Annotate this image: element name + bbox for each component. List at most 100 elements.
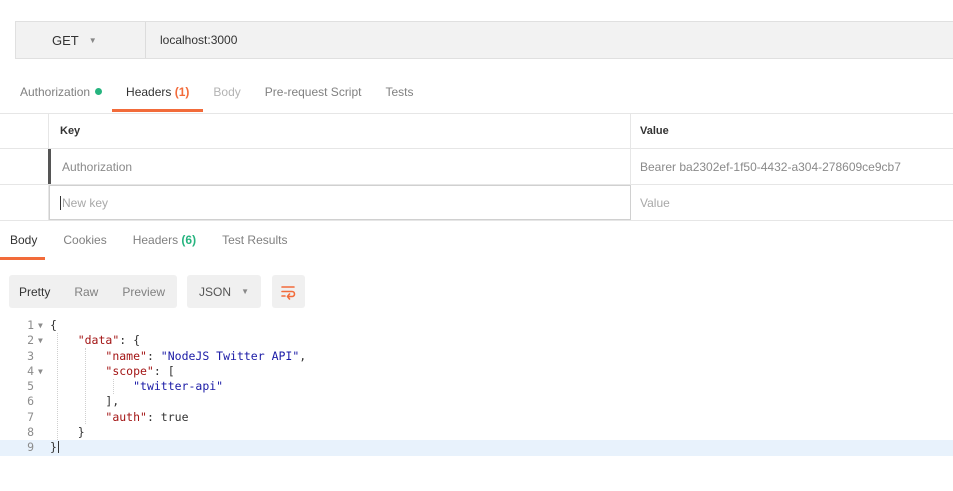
format-preview-button[interactable]: Preview — [122, 285, 165, 299]
code-text: "name": "NodeJS Twitter API", — [105, 348, 307, 363]
response-body-editor[interactable]: 1 ▼{ 2 ▼ "data": { 3 "name": "NodeJS Twitt… — [0, 318, 953, 456]
table-header-row: Key Value — [0, 113, 953, 149]
headers-count: (1) — [174, 85, 190, 99]
language-label: JSON — [199, 284, 232, 299]
tab-label: Authorization — [20, 85, 91, 99]
response-tabs: Body Cookies Headers (6) Test Results — [0, 228, 313, 260]
line-number: 5 — [27, 379, 34, 394]
tab-label: Tests — [385, 85, 414, 99]
brace-open: { — [50, 318, 57, 332]
row-gutter — [0, 149, 48, 184]
code-line-current: 9} — [0, 440, 953, 456]
value-header-label: Value — [640, 125, 669, 137]
json-key: "data" — [77, 333, 120, 348]
new-value-input[interactable]: Value — [631, 185, 953, 220]
format-toggle-group: Pretty Raw Preview — [9, 275, 178, 308]
tab-label: Headers — [126, 85, 172, 99]
url-input[interactable]: localhost:3000 — [146, 22, 953, 58]
code-line: 4 ▼ "scope": [ — [0, 364, 953, 379]
tab-cookies[interactable]: Cookies — [63, 228, 106, 260]
tab-authorization[interactable]: Authorization — [20, 80, 103, 112]
caret-down-icon: ▼ — [88, 35, 97, 45]
row-gutter — [0, 185, 48, 220]
method-label: GET — [52, 32, 79, 48]
code-line: 6 ], — [0, 394, 953, 409]
line-number: 4 — [27, 363, 34, 378]
request-tabs: Authorization Headers (1) Body Pre-reque… — [20, 80, 438, 112]
code-text: "twitter-api" — [50, 379, 223, 394]
text-cursor — [57, 441, 59, 454]
key-column-header: Key — [48, 114, 631, 148]
brace-close: } — [50, 440, 57, 455]
response-toolbar: Pretty Raw Preview JSON ▼ — [9, 275, 305, 308]
format-pretty-button[interactable]: Pretty — [19, 285, 50, 299]
code-line: 7 "auth": true — [0, 410, 953, 425]
header-value-cell[interactable]: Bearer ba2302ef-1f50-4432-a304-278609ce9… — [631, 149, 953, 184]
tab-test-results[interactable]: Test Results — [222, 228, 287, 260]
json-key: "scope" — [105, 363, 154, 378]
json-string: "NodeJS Twitter API" — [160, 348, 300, 363]
fold-arrow-icon[interactable]: ▼ — [38, 333, 50, 348]
code-line: 1 ▼{ — [0, 318, 953, 333]
line-number: 3 — [27, 348, 34, 363]
new-key-focus-outline — [49, 185, 631, 220]
code-line: 8 } — [0, 425, 953, 440]
tab-label: Cookies — [63, 233, 107, 247]
auth-status-dot-icon — [95, 88, 103, 95]
indent-guide — [57, 333, 58, 440]
format-raw-button[interactable]: Raw — [74, 285, 98, 299]
fold-arrow-icon[interactable]: ▼ — [38, 318, 50, 333]
tab-label: Pre-request Script — [264, 85, 362, 99]
new-header-row: New key Value — [0, 185, 953, 221]
key-header-label: Key — [60, 125, 81, 137]
line-number: 8 — [27, 425, 34, 440]
new-value-placeholder: Value — [640, 195, 670, 210]
tab-pre-request-script[interactable]: Pre-request Script — [265, 80, 362, 112]
json-string: "twitter-api" — [133, 379, 224, 394]
code-line: 5 "twitter-api" — [0, 379, 953, 394]
code-text: { — [50, 318, 57, 333]
request-bar: GET ▼ localhost:3000 — [15, 21, 953, 59]
indent-guide — [85, 348, 86, 424]
code-text: "data": { — [77, 333, 141, 348]
wrap-lines-icon — [281, 285, 296, 300]
header-value: Bearer ba2302ef-1f50-4432-a304-278609ce9… — [640, 159, 901, 174]
code-text: "scope": [ — [105, 363, 175, 378]
language-select[interactable]: JSON ▼ — [187, 275, 261, 308]
tab-headers[interactable]: Headers (1) — [111, 80, 204, 112]
caret-down-icon: ▼ — [241, 287, 249, 296]
row-gutter — [0, 114, 48, 148]
tab-response-headers[interactable]: Headers (6) — [133, 228, 196, 260]
tab-label: Test Results — [222, 233, 288, 247]
tab-body[interactable]: Body — [213, 80, 240, 112]
response-headers-count: (6) — [181, 233, 197, 247]
header-key: Authorization — [62, 159, 133, 174]
line-number: 6 — [27, 394, 34, 409]
tab-tests[interactable]: Tests — [385, 80, 413, 112]
line-number: 7 — [27, 409, 34, 424]
code-text: "auth": true — [105, 409, 189, 424]
json-boolean: true — [160, 409, 189, 424]
line-number: 2 — [27, 333, 34, 348]
tab-label: Headers — [132, 233, 179, 247]
code-line: 2 ▼ "data": { — [0, 333, 953, 348]
code-text: } — [50, 440, 60, 455]
header-key-cell[interactable]: Authorization — [48, 149, 631, 184]
line-number: 1 — [27, 318, 34, 332]
wrap-lines-button[interactable] — [271, 275, 305, 308]
method-select[interactable]: GET ▼ — [16, 22, 146, 58]
value-column-header: Value — [631, 114, 953, 148]
code-text: } — [50, 425, 85, 440]
tab-label: Body — [10, 233, 38, 247]
fold-arrow-icon[interactable]: ▼ — [38, 364, 50, 379]
tab-response-body[interactable]: Body — [0, 228, 46, 260]
json-key: "auth" — [105, 409, 147, 424]
code-line: 3 "name": "NodeJS Twitter API", — [0, 349, 953, 364]
tab-label: Body — [213, 85, 241, 99]
